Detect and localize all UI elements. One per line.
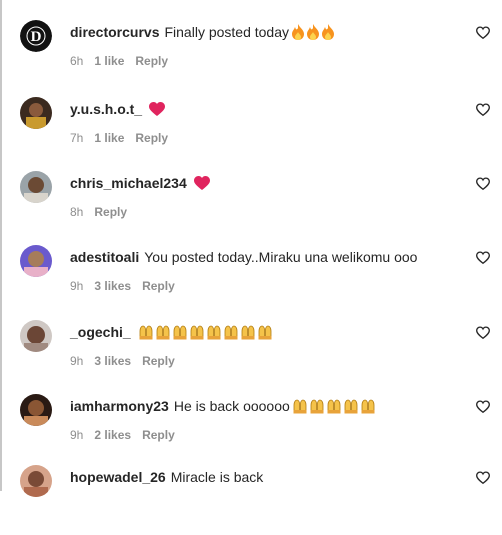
- like-heart-icon[interactable]: [476, 103, 490, 117]
- comment-meta: 8h Reply: [70, 204, 138, 220]
- red-heart-emoji-icon: [149, 102, 166, 120]
- reply-button[interactable]: Reply: [142, 354, 175, 368]
- comment-username[interactable]: adestitoali: [70, 249, 139, 265]
- comment-content: adestitoali You posted today..Miraku una …: [70, 248, 417, 266]
- avatar[interactable]: [20, 320, 52, 352]
- raising-hands-emoji-icon: [172, 325, 189, 343]
- comment-likes-count[interactable]: 3 likes: [94, 354, 131, 368]
- comment-time: 6h: [70, 54, 84, 68]
- comment-time: 7h: [70, 131, 84, 145]
- comment-username[interactable]: directorcurvs: [70, 24, 159, 40]
- like-heart-icon[interactable]: [476, 177, 490, 191]
- raising-hands-emoji-icon: [240, 325, 257, 343]
- comment-likes-count[interactable]: 3 likes: [94, 279, 131, 293]
- comment-row: chris_michael234 8h Reply: [0, 171, 502, 241]
- comment-time: 8h: [70, 205, 84, 219]
- comment-content: chris_michael234: [70, 174, 211, 195]
- red-heart-emoji-group: [149, 102, 166, 121]
- comment-meta: 9h 3 likes Reply: [70, 353, 186, 369]
- raising-hands-emoji-icon: [223, 325, 240, 343]
- avatar[interactable]: D: [20, 20, 52, 52]
- comment-username[interactable]: hopewadel_26: [70, 469, 166, 485]
- raising-hands-emoji-icon: [309, 399, 326, 417]
- comment-row: _ogechi_ 9h 3 likes Reply: [0, 320, 502, 390]
- raising-hands-emoji-icon: [343, 399, 360, 417]
- raising-hands-emoji-icon: [257, 325, 274, 343]
- avatar[interactable]: [20, 97, 52, 129]
- raising-hands-emoji-icon: [155, 325, 172, 343]
- comment-time: 9h: [70, 354, 84, 368]
- raising-hands-emoji-icon: [189, 325, 206, 343]
- comment-row: y.u.s.h.o.t_ 7h 1 like Reply: [0, 97, 502, 167]
- like-heart-icon[interactable]: [476, 326, 490, 340]
- comment-text: He is back oooooo: [173, 398, 290, 414]
- fire-emoji-icon: [321, 24, 336, 43]
- like-heart-icon[interactable]: [476, 251, 490, 265]
- red-heart-emoji-icon: [193, 176, 211, 194]
- comment-content: iamharmony23 He is back oooooo: [70, 397, 377, 418]
- avatar[interactable]: [20, 245, 52, 277]
- red-heart-emoji-group: [193, 176, 211, 195]
- reply-button[interactable]: Reply: [135, 54, 168, 68]
- comment-meta: 9h 3 likes Reply: [70, 278, 186, 294]
- comment-username[interactable]: _ogechi_: [70, 324, 131, 340]
- comment-content: y.u.s.h.o.t_: [70, 100, 166, 121]
- comment-username[interactable]: y.u.s.h.o.t_: [70, 101, 142, 117]
- comment-content: directorcurvs Finally posted today: [70, 23, 336, 44]
- comment-row: adestitoali You posted today..Miraku una …: [0, 245, 502, 315]
- raising-hands-emoji-icon: [138, 325, 155, 343]
- comment-row: hopewadel_26 Miracle is back: [0, 465, 502, 535]
- raising-hands-emoji-icon: [292, 399, 309, 417]
- comment-time: 9h: [70, 428, 84, 442]
- comment-time: 9h: [70, 279, 84, 293]
- comment-text: Finally posted today: [164, 24, 290, 40]
- comment-likes-count[interactable]: 1 like: [94, 54, 124, 68]
- comment-meta: 9h 2 likes Reply: [70, 427, 186, 443]
- comment-username[interactable]: iamharmony23: [70, 398, 169, 414]
- comment-row: iamharmony23 He is back oooooo 9h 2 likes Re…: [0, 394, 502, 464]
- comment-list: Ddirectorcurvs Finally posted today 6h 1 li…: [0, 0, 502, 497]
- avatar[interactable]: [20, 394, 52, 426]
- raising-hands-emoji-group: [138, 324, 274, 344]
- like-heart-icon[interactable]: [476, 400, 490, 414]
- comment-content: _ogechi_: [70, 323, 274, 344]
- fire-emoji-icon: [291, 24, 306, 43]
- comment-likes-count[interactable]: 1 like: [94, 131, 124, 145]
- raising-hands-emoji-icon: [206, 325, 223, 343]
- fire-emoji-icon: [306, 24, 321, 43]
- raising-hands-emoji-group: [292, 398, 377, 418]
- comment-meta: 6h 1 like Reply: [70, 53, 179, 69]
- reply-button[interactable]: Reply: [142, 279, 175, 293]
- comment-meta: 7h 1 like Reply: [70, 130, 179, 146]
- raising-hands-emoji-icon: [326, 399, 343, 417]
- avatar[interactable]: [20, 171, 52, 203]
- comment-likes-count[interactable]: 2 likes: [94, 428, 131, 442]
- svg-text:D: D: [31, 29, 42, 45]
- comment-row: Ddirectorcurvs Finally posted today 6h 1 li…: [0, 20, 502, 90]
- comment-username[interactable]: chris_michael234: [70, 175, 187, 191]
- avatar[interactable]: [20, 465, 52, 497]
- reply-button[interactable]: Reply: [142, 428, 175, 442]
- comment-content: hopewadel_26 Miracle is back: [70, 468, 263, 486]
- raising-hands-emoji-icon: [360, 399, 377, 417]
- reply-button[interactable]: Reply: [135, 131, 168, 145]
- reply-button[interactable]: Reply: [94, 205, 127, 219]
- fire-emoji-group: [291, 24, 336, 44]
- like-heart-icon[interactable]: [476, 26, 490, 40]
- comment-text: Miracle is back: [170, 469, 264, 485]
- like-heart-icon[interactable]: [476, 471, 490, 485]
- comment-text: You posted today..Miraku una welikomu oo…: [144, 249, 418, 265]
